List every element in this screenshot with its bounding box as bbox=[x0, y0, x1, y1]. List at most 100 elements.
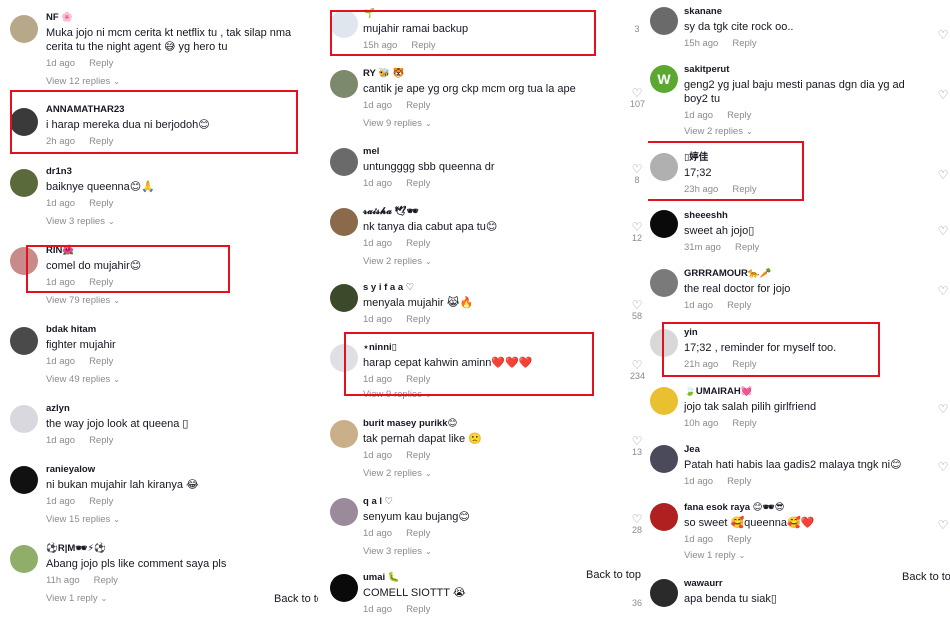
heart-icon[interactable]: ♡ bbox=[936, 29, 950, 41]
comment-username[interactable]: wawaurr bbox=[684, 578, 930, 590]
avatar[interactable] bbox=[650, 269, 678, 297]
view-replies-button[interactable]: View 1 reply ⌄ bbox=[684, 550, 930, 562]
avatar[interactable] bbox=[650, 329, 678, 357]
reply-button[interactable]: Reply bbox=[89, 198, 113, 209]
heart-icon[interactable]: ♡ bbox=[630, 87, 644, 99]
reply-button[interactable]: Reply bbox=[732, 418, 756, 429]
view-replies-button[interactable]: View 3 replies ⌄ bbox=[363, 546, 628, 558]
view-replies-button[interactable]: View 2 replies ⌄ bbox=[363, 256, 628, 268]
reply-button[interactable]: Reply bbox=[89, 136, 113, 147]
comment-username[interactable]: yin bbox=[684, 327, 930, 339]
avatar[interactable]: W bbox=[650, 65, 678, 93]
heart-icon[interactable]: ♡ bbox=[936, 89, 950, 101]
comment-username[interactable]: 𝓻𝓪𝓲𝓼𝓱𝓪 🕊🕶 bbox=[363, 206, 628, 218]
reply-button[interactable]: Reply bbox=[406, 450, 430, 461]
heart-icon[interactable]: ♡ bbox=[936, 403, 950, 415]
avatar[interactable] bbox=[330, 344, 358, 372]
view-replies-button[interactable]: View 2 replies ⌄ bbox=[363, 468, 628, 480]
reply-button[interactable]: Reply bbox=[732, 184, 756, 195]
heart-icon[interactable]: ♡ bbox=[936, 461, 950, 473]
heart-icon[interactable]: ♡ bbox=[630, 435, 644, 447]
heart-icon[interactable]: ♡ bbox=[630, 163, 644, 175]
view-replies-button[interactable]: View 49 replies ⌄ bbox=[46, 374, 298, 386]
comment-username[interactable]: q a l ♡ bbox=[363, 496, 628, 508]
view-replies-button[interactable]: View 1 reply ⌄ bbox=[46, 593, 298, 605]
reply-button[interactable]: Reply bbox=[406, 528, 430, 539]
avatar[interactable] bbox=[10, 108, 38, 136]
avatar[interactable] bbox=[10, 405, 38, 433]
view-replies-button[interactable]: View 9 replies ⌄ bbox=[363, 389, 628, 401]
comment-username[interactable]: sakitperut bbox=[684, 64, 930, 76]
reply-button[interactable]: Reply bbox=[89, 277, 113, 288]
comment-username[interactable]: ⋆ninni▯ bbox=[363, 342, 628, 354]
comment-username[interactable]: ANNAMATHAR23 bbox=[46, 104, 298, 116]
heart-icon[interactable]: ♡ bbox=[936, 169, 950, 181]
reply-button[interactable]: Reply bbox=[411, 40, 435, 51]
heart-icon[interactable]: ♡ bbox=[630, 513, 644, 525]
reply-button[interactable]: Reply bbox=[89, 496, 113, 507]
avatar[interactable] bbox=[650, 445, 678, 473]
avatar[interactable] bbox=[650, 7, 678, 35]
avatar[interactable] bbox=[330, 420, 358, 448]
reply-button[interactable]: Reply bbox=[406, 178, 430, 189]
comment-username[interactable]: sheeeshh bbox=[684, 210, 930, 222]
view-replies-button[interactable]: View 2 replies ⌄ bbox=[684, 126, 930, 138]
avatar[interactable] bbox=[330, 10, 358, 38]
back-to-top-button[interactable]: Back to top bbox=[582, 566, 646, 584]
avatar[interactable] bbox=[10, 15, 38, 43]
comment-username[interactable]: GRRRAMOUR🐆🥕 bbox=[684, 268, 930, 280]
reply-button[interactable]: Reply bbox=[406, 100, 430, 111]
avatar[interactable] bbox=[650, 503, 678, 531]
heart-icon[interactable]: ♡ bbox=[630, 221, 644, 233]
comment-username[interactable]: ▯婷佳 bbox=[684, 152, 930, 164]
heart-icon[interactable]: ♡ bbox=[630, 359, 644, 371]
reply-button[interactable]: Reply bbox=[89, 435, 113, 446]
comment-username[interactable]: mel bbox=[363, 146, 628, 158]
back-to-top-button[interactable]: Back to top bbox=[270, 590, 318, 608]
avatar[interactable] bbox=[10, 545, 38, 573]
avatar[interactable] bbox=[650, 579, 678, 607]
reply-button[interactable]: Reply bbox=[735, 242, 759, 253]
comment-username[interactable]: ranieyalow bbox=[46, 464, 298, 476]
reply-button[interactable]: Reply bbox=[89, 356, 113, 367]
comment-username[interactable]: skanane bbox=[684, 6, 930, 18]
reply-button[interactable]: Reply bbox=[406, 314, 430, 325]
reply-button[interactable]: Reply bbox=[732, 359, 756, 370]
view-replies-button[interactable]: View 15 replies ⌄ bbox=[46, 514, 298, 526]
avatar[interactable] bbox=[330, 208, 358, 236]
comment-username[interactable]: NF 🌸 bbox=[46, 12, 298, 24]
comment-username[interactable]: Jea bbox=[684, 444, 930, 456]
comment-username[interactable]: azlyn bbox=[46, 403, 298, 415]
view-replies-button[interactable]: View 79 replies ⌄ bbox=[46, 295, 298, 307]
reply-button[interactable]: Reply bbox=[732, 38, 756, 49]
view-replies-button[interactable]: View 9 replies ⌄ bbox=[363, 118, 628, 130]
comment-username[interactable]: burit masey purikk😊 bbox=[363, 418, 628, 430]
avatar[interactable] bbox=[650, 153, 678, 181]
heart-icon[interactable]: ♡ bbox=[630, 299, 644, 311]
comment-username[interactable]: ⚽R|M🕶⚡⚽ bbox=[46, 543, 298, 555]
view-replies-button[interactable]: View 12 replies ⌄ bbox=[46, 76, 298, 88]
reply-button[interactable]: Reply bbox=[89, 58, 113, 69]
reply-button[interactable]: Reply bbox=[406, 238, 430, 249]
comment-username[interactable]: 🌱 bbox=[363, 8, 628, 20]
comment-username[interactable]: s y i f a a ♡ bbox=[363, 282, 628, 294]
avatar[interactable] bbox=[330, 574, 358, 602]
avatar[interactable] bbox=[10, 247, 38, 275]
comment-username[interactable]: RIN🌺 bbox=[46, 245, 298, 257]
avatar[interactable] bbox=[10, 169, 38, 197]
avatar[interactable] bbox=[10, 466, 38, 494]
heart-icon[interactable]: ♡ bbox=[936, 285, 950, 297]
heart-icon[interactable]: ♡ bbox=[936, 225, 950, 237]
reply-button[interactable]: Reply bbox=[727, 476, 751, 487]
avatar[interactable] bbox=[650, 210, 678, 238]
view-replies-button[interactable]: View 3 replies ⌄ bbox=[46, 216, 298, 228]
comment-username[interactable]: dr1n3 bbox=[46, 166, 298, 178]
avatar[interactable] bbox=[330, 498, 358, 526]
reply-button[interactable]: Reply bbox=[727, 110, 751, 121]
comment-username[interactable]: fana esok raya 😊🕶😎 bbox=[684, 502, 930, 514]
reply-button[interactable]: Reply bbox=[406, 604, 430, 615]
avatar[interactable] bbox=[330, 70, 358, 98]
comment-username[interactable]: bdak hitam bbox=[46, 324, 298, 336]
reply-button[interactable]: Reply bbox=[406, 374, 430, 385]
reply-button[interactable]: Reply bbox=[94, 575, 118, 586]
